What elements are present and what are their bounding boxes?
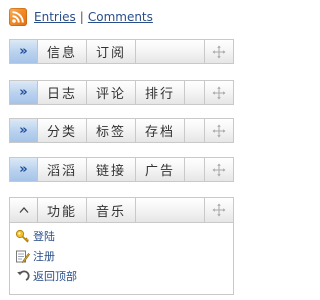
comments-feed-link[interactable]: Comments: [88, 10, 153, 24]
tab-tags[interactable]: 标签: [87, 119, 136, 142]
tab-bar-categories: » 分类 标签 存档: [9, 118, 234, 143]
move-arrows-icon[interactable]: [205, 198, 233, 222]
tab-ads[interactable]: 广告: [136, 158, 185, 181]
expand-toggle-button[interactable]: »: [10, 119, 38, 142]
back-to-top-link[interactable]: 返回顶部: [10, 266, 233, 286]
edit-form-icon: [14, 248, 30, 264]
move-arrows-icon[interactable]: [205, 158, 233, 181]
tab-categories[interactable]: 分类: [38, 119, 87, 142]
tab-bar-spacer: [185, 119, 205, 142]
tab-links[interactable]: 链接: [87, 158, 136, 181]
expand-toggle-button[interactable]: »: [10, 40, 38, 63]
tab-bar-info: » 信息 订阅: [9, 39, 234, 64]
tab-bar-spacer: [136, 198, 205, 222]
functions-panel: 登陆 注册 返回顶部: [9, 223, 234, 295]
login-label: 登陆: [33, 230, 55, 243]
collapse-toggle-button[interactable]: [10, 198, 38, 222]
tab-bar-spacer: [185, 81, 205, 104]
tab-bar-spacer: [136, 40, 205, 63]
collapse-chevron-icon: [19, 207, 28, 213]
tab-bar-links: » 滔滔 链接 广告: [9, 157, 234, 182]
register-link[interactable]: 注册: [10, 246, 233, 266]
sidebar-widget: Entries | Comments » 信息 订阅 » 日志 评论 排行 » …: [0, 0, 242, 300]
move-arrows-icon[interactable]: [205, 81, 233, 104]
login-link[interactable]: 登陆: [10, 226, 233, 246]
rss-feed-icon[interactable]: [9, 8, 27, 26]
tab-bar-spacer: [185, 158, 205, 181]
rss-header: Entries | Comments: [9, 6, 153, 28]
tab-archive[interactable]: 存档: [136, 119, 185, 142]
back-to-top-label: 返回顶部: [33, 270, 77, 283]
tab-functions[interactable]: 功能: [38, 198, 87, 222]
tab-info[interactable]: 信息: [38, 40, 87, 63]
tab-taotao[interactable]: 滔滔: [38, 158, 87, 181]
tab-bar-functions: 功能 音乐: [9, 197, 234, 223]
entries-feed-link[interactable]: Entries: [34, 10, 76, 24]
tab-ranking[interactable]: 排行: [136, 81, 185, 104]
move-arrows-icon[interactable]: [205, 40, 233, 63]
expand-toggle-button[interactable]: »: [10, 81, 38, 104]
move-arrows-icon[interactable]: [205, 119, 233, 142]
expand-toggle-button[interactable]: »: [10, 158, 38, 181]
register-label: 注册: [33, 250, 55, 263]
key-icon: [14, 228, 30, 244]
tab-logs[interactable]: 日志: [38, 81, 87, 104]
tab-music[interactable]: 音乐: [87, 198, 136, 222]
return-arrow-icon: [14, 268, 30, 284]
tab-bar-posts: » 日志 评论 排行: [9, 80, 234, 105]
tab-subscribe[interactable]: 订阅: [87, 40, 136, 63]
feed-separator: |: [79, 10, 84, 24]
tab-comments[interactable]: 评论: [87, 81, 136, 104]
